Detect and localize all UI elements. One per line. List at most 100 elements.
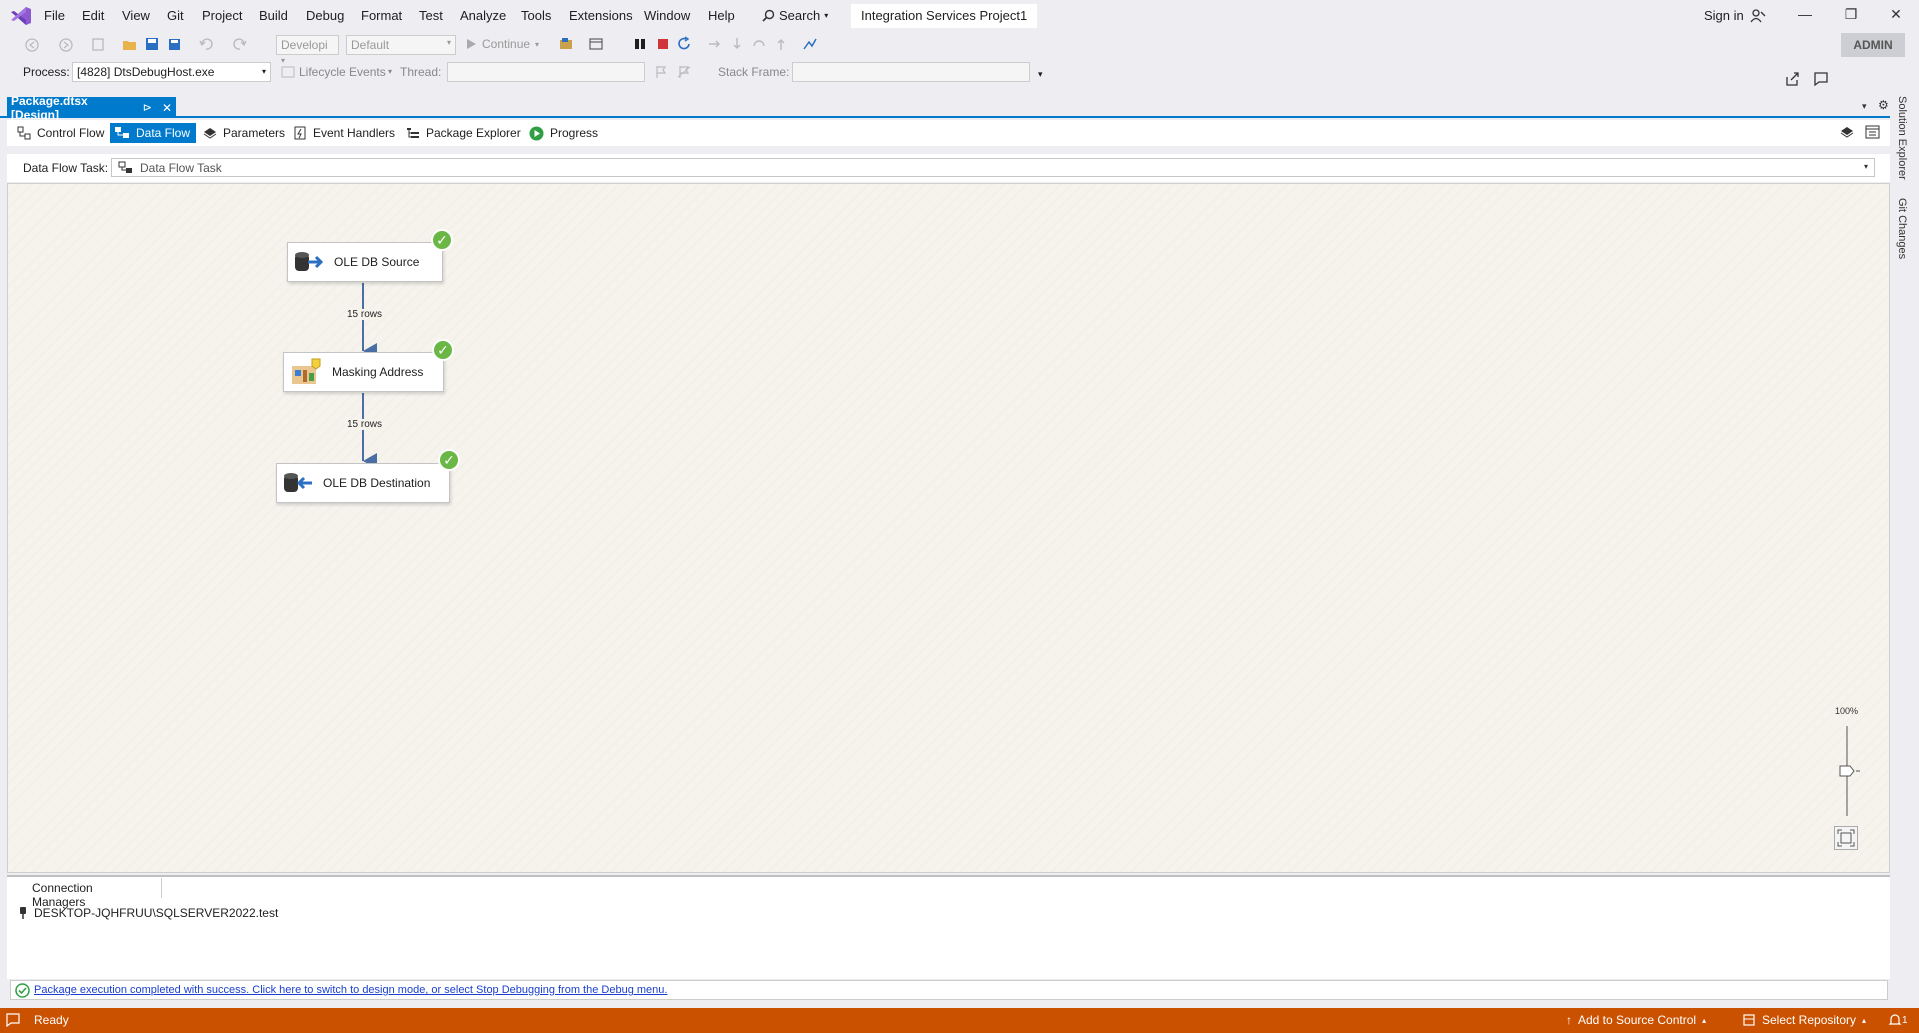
progress-play-icon [529, 126, 544, 141]
step-over-icon[interactable] [751, 36, 769, 54]
data-flow-design-surface[interactable]: 15 rows 15 rows OLE DB Source ✓ Masking … [7, 183, 1890, 873]
process-combo[interactable]: [4828] DtsDebugHost.exe ▾ [72, 62, 271, 82]
lifecycle-events-label[interactable]: Lifecycle Events [299, 65, 386, 79]
stack-frame-label: Stack Frame: [718, 65, 790, 79]
tab-parameters[interactable]: Parameters [199, 123, 291, 143]
save-icon[interactable] [144, 36, 162, 54]
status-ready: Ready [6, 1013, 69, 1027]
new-project-icon[interactable] [90, 36, 108, 54]
menu-git[interactable]: Git [167, 8, 184, 23]
switch-to-design-mode-link[interactable]: Package execution completed with success… [34, 984, 667, 996]
tab-package-explorer[interactable]: Package Explorer [402, 123, 527, 143]
ole-db-source-icon [294, 251, 324, 273]
toggle-current-thread-flag-icon[interactable] [677, 65, 691, 79]
success-check-icon [15, 982, 30, 998]
stop-debugging-icon[interactable] [655, 36, 673, 54]
debug-windows-icon[interactable] [588, 36, 606, 54]
bell-icon [1888, 1013, 1902, 1027]
attach-process-icon[interactable] [558, 36, 576, 54]
tab-connection-managers[interactable]: Connection Managers [14, 878, 162, 909]
visual-studio-logo-icon [10, 6, 32, 26]
solution-platform-combo[interactable]: Default ▾ [346, 35, 456, 55]
step-out-icon[interactable] [773, 36, 791, 54]
repository-icon [1742, 1013, 1756, 1027]
tab-progress[interactable]: Progress [525, 123, 604, 143]
tab-list-dropdown-icon[interactable]: ▾ [1862, 101, 1867, 112]
zoom-slider[interactable] [1834, 722, 1864, 820]
play-icon [465, 38, 477, 50]
continue-label: Continue [482, 37, 531, 51]
thread-combo[interactable] [447, 62, 645, 82]
zoom-to-fit-button[interactable] [1834, 826, 1858, 850]
menu-extensions[interactable]: Extensions [569, 8, 633, 23]
menu-help[interactable]: Help [708, 8, 735, 23]
execution-status-bar: Package execution completed with success… [10, 980, 1888, 1000]
menu-format[interactable]: Format [361, 8, 402, 23]
redo-icon[interactable] [232, 36, 250, 54]
admin-badge: ADMIN [1841, 33, 1905, 57]
ole-db-source-node[interactable]: OLE DB Source [287, 242, 443, 282]
data-flow-task-combo[interactable]: Data Flow Task ▾ [111, 158, 1875, 177]
chevron-up-icon: ▴ [1862, 1015, 1867, 1025]
menu-tools[interactable]: Tools [521, 8, 551, 23]
chevron-down-icon: ▾ [1863, 162, 1868, 171]
arrow-up-icon: ↑ [1566, 1013, 1572, 1027]
tab-solution-explorer[interactable]: Solution Explorer [1896, 96, 1908, 180]
sign-in-link[interactable]: Sign in [1704, 8, 1744, 23]
tab-data-flow[interactable]: Data Flow [110, 123, 197, 143]
solution-configuration-combo[interactable]: Developi ▾ [276, 35, 339, 65]
lifecycle-events-icon[interactable] [281, 65, 295, 79]
menu-test[interactable]: Test [419, 8, 443, 23]
parameters-icon [203, 126, 217, 140]
select-repository-button[interactable]: Select Repository ▴ [1742, 1013, 1866, 1027]
menu-build[interactable]: Build [259, 8, 288, 23]
navigate-back-icon[interactable] [24, 36, 42, 54]
close-icon[interactable]: ✕ [162, 101, 172, 115]
zoom-slider-thumb[interactable] [1839, 765, 1855, 777]
menu-project[interactable]: Project [202, 8, 242, 23]
success-check-icon: ✓ [432, 339, 454, 361]
minimize-button[interactable]: — [1795, 6, 1815, 26]
account-settings-icon[interactable] [1750, 8, 1766, 24]
close-window-button[interactable]: ✕ [1886, 6, 1906, 26]
hex-display-icon[interactable] [802, 36, 820, 54]
restart-icon[interactable] [677, 36, 695, 54]
pin-icon[interactable]: ⊳ [143, 101, 152, 114]
notifications-button[interactable]: 1 [1888, 1013, 1908, 1027]
connection-manager-item[interactable]: DESKTOP-JQHFRUU\SQLSERVER2022.test [18, 906, 278, 920]
save-all-icon[interactable] [166, 36, 184, 54]
add-to-source-control-button[interactable]: ↑ Add to Source Control ▴ [1566, 1013, 1706, 1027]
step-into-icon[interactable] [729, 36, 747, 54]
designer-tab-bar: Control Flow Data Flow Parameters Event … [7, 120, 1890, 146]
tab-control-flow[interactable]: Control Flow [13, 123, 110, 143]
toolbar-overflow-icon[interactable]: ▾ [1038, 69, 1043, 80]
menu-view[interactable]: View [122, 8, 150, 23]
gear-icon[interactable]: ⚙ [1878, 98, 1889, 112]
ssis-toolbox-icon[interactable] [1865, 125, 1880, 140]
menu-file[interactable]: File [44, 8, 65, 23]
menu-debug[interactable]: Debug [306, 8, 344, 23]
menu-window[interactable]: Window [644, 8, 690, 23]
tab-event-handlers[interactable]: Event Handlers [289, 123, 401, 143]
document-tab-package[interactable]: Package.dtsx [Design] ⊳ ✕ [7, 94, 176, 122]
chevron-up-icon: ▴ [1702, 1015, 1707, 1025]
menu-edit[interactable]: Edit [82, 8, 104, 23]
continue-button[interactable]: Continue ▾ [465, 37, 539, 51]
tab-git-changes[interactable]: Git Changes [1896, 198, 1908, 259]
navigate-forward-icon[interactable] [58, 36, 76, 54]
flag-thread-icon[interactable] [654, 65, 668, 79]
stack-frame-combo[interactable] [792, 62, 1030, 82]
search-button[interactable]: Search ▾ [762, 8, 828, 23]
restore-button[interactable]: ❐ [1841, 6, 1861, 26]
show-next-statement-icon[interactable] [707, 36, 725, 54]
ole-db-destination-node[interactable]: OLE DB Destination [276, 463, 450, 503]
variables-icon[interactable] [1840, 125, 1855, 140]
ole-db-destination-label: OLE DB Destination [323, 476, 431, 490]
menu-analyze[interactable]: Analyze [460, 8, 506, 23]
document-tab-title: Package.dtsx [Design] [11, 93, 88, 122]
masking-address-node[interactable]: Masking Address [283, 352, 444, 392]
undo-icon[interactable] [198, 36, 216, 54]
break-all-icon[interactable] [632, 36, 650, 54]
open-folder-icon[interactable] [122, 36, 140, 54]
data-flow-task-row: Data Flow Task: Data Flow Task ▾ [7, 154, 1890, 182]
